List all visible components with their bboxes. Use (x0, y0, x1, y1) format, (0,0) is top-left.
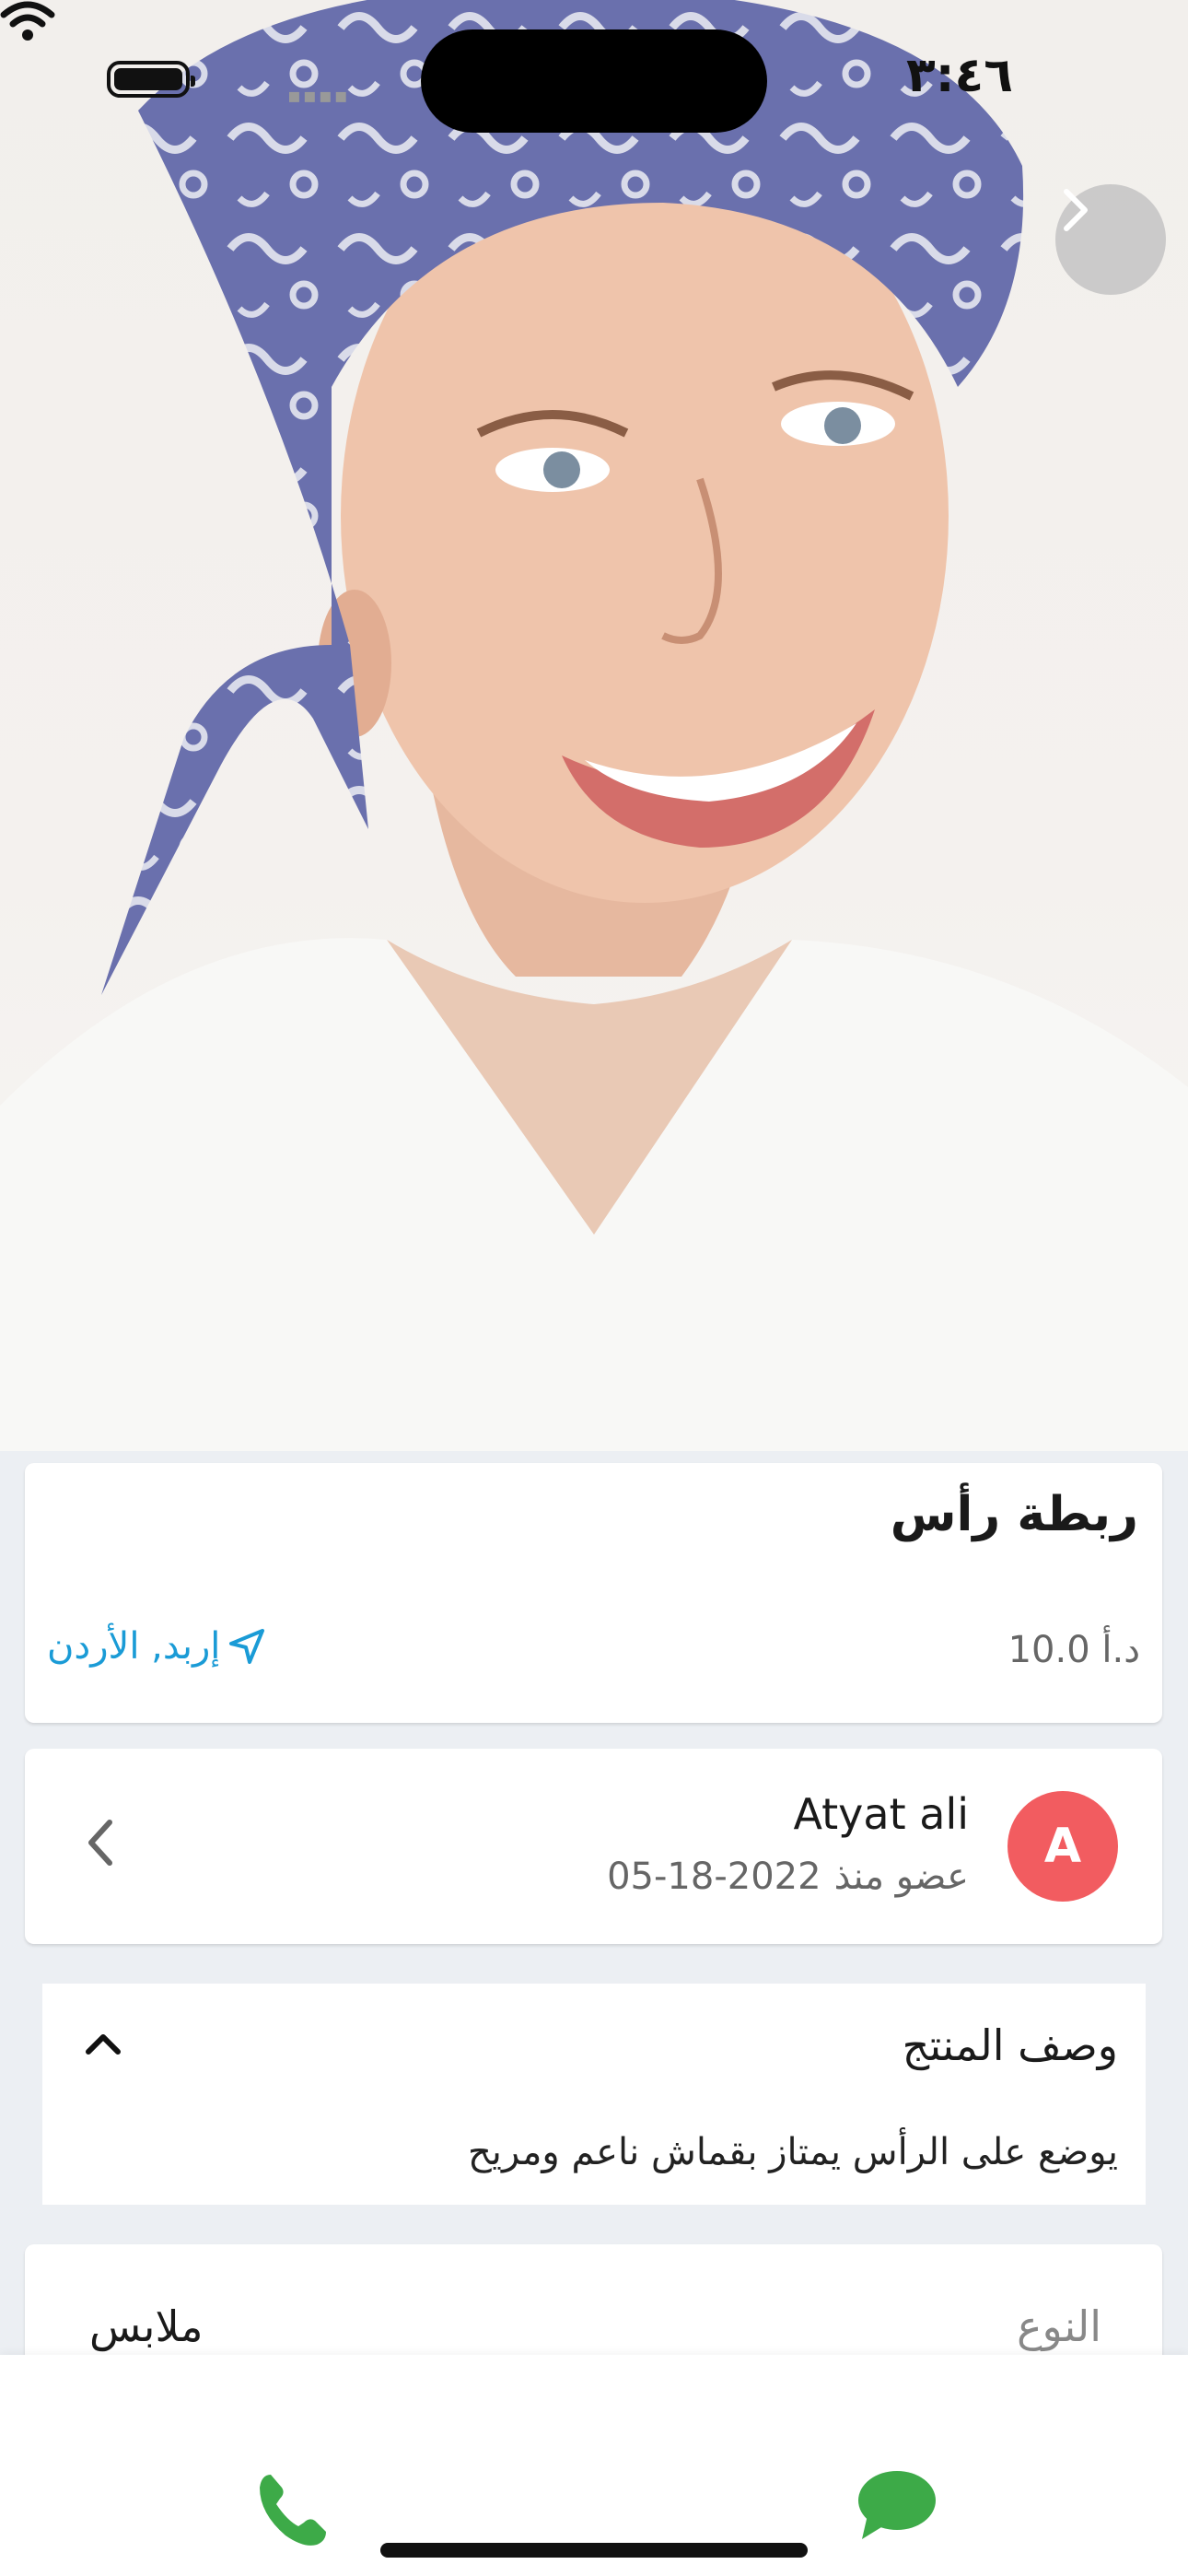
bottom-action-bar (0, 2355, 1188, 2576)
description-section: وصف المنتج يوضع على الرأس يمتاز بقماش نا… (42, 1984, 1146, 2205)
description-text: يوضع على الرأس يمتاز بقماش ناعم ومريح (467, 2131, 1118, 2173)
description-title: وصف المنتج (902, 2020, 1118, 2070)
chevron-right-icon (1064, 189, 1088, 231)
product-image[interactable]: ▪▪▪▪ ٣:٤٦ (0, 0, 1188, 1451)
location-arrow-icon (229, 1629, 265, 1664)
phone-icon[interactable] (250, 2467, 333, 2550)
location-label: إربد, الأردن (47, 1625, 221, 1668)
member-label: عضو منذ (833, 1856, 969, 1898)
seller-name: Atyat ali (793, 1789, 969, 1839)
member-date: 05-18-2022 (607, 1856, 821, 1898)
home-indicator (380, 2543, 808, 2558)
seller-card[interactable]: A Atyat ali عضو منذ 05-18-2022 (25, 1749, 1162, 1944)
product-location[interactable]: إربد, الأردن (47, 1625, 268, 1668)
type-value: ملابس (89, 2301, 204, 2351)
next-image-button[interactable] (1055, 184, 1166, 295)
product-info-card: ربطة رأس 10.0 د.أ إربد, الأردن (25, 1463, 1162, 1723)
chevron-up-icon[interactable] (83, 2028, 123, 2059)
dynamic-island (421, 29, 767, 133)
signal-icon: ▪▪▪▪ (287, 85, 350, 108)
product-price: 10.0 د.أ (1007, 1629, 1140, 1671)
product-title: ربطة رأس (890, 1487, 1138, 1542)
member-since: عضو منذ 05-18-2022 (607, 1856, 969, 1898)
product-photo-illustration (0, 0, 1188, 1451)
type-label: النوع (1017, 2301, 1101, 2351)
wifi-icon (0, 1, 55, 41)
chat-bubble-icon[interactable] (855, 2467, 939, 2545)
avatar: A (1007, 1791, 1118, 1902)
status-time: ٣:٤٦ (905, 48, 1013, 103)
chevron-left-icon (88, 1820, 112, 1866)
battery-icon (107, 61, 195, 98)
